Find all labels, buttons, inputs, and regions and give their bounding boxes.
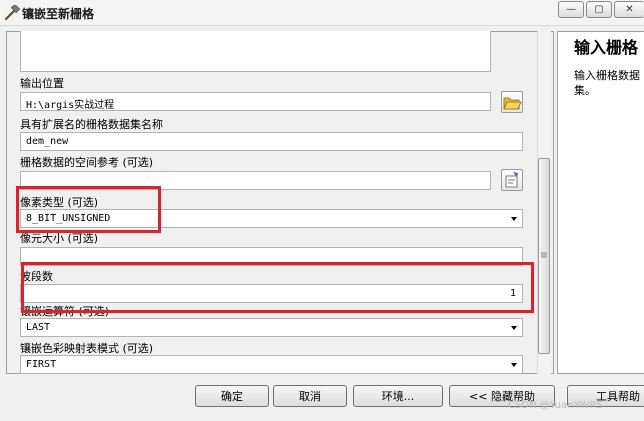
output-location-input[interactable]: H:\argis实战过程 xyxy=(20,92,491,111)
mosaic-operator-select[interactable]: LAST xyxy=(20,318,523,337)
mosaic-operator-value: LAST xyxy=(26,322,51,333)
chevron-down-icon xyxy=(511,217,517,221)
spatial-reference-label: 栅格数据的空间参考 (可选) xyxy=(20,156,154,169)
spatial-reference-button[interactable] xyxy=(501,169,523,191)
hammer-icon xyxy=(4,5,20,21)
colormap-mode-select[interactable]: FIRST xyxy=(20,355,523,374)
maximize-icon: ▢ xyxy=(594,4,604,15)
watermark: CSDN @YuanYWRS xyxy=(508,400,603,411)
output-location-label: 输出位置 xyxy=(20,77,64,90)
browse-folder-button[interactable] xyxy=(501,91,523,113)
close-icon: ✕ xyxy=(625,4,634,15)
help-body: 输入栅格数据集。 xyxy=(574,69,640,97)
minimize-button[interactable]: — xyxy=(558,1,584,18)
colormap-mode-label: 镶嵌色彩映射表模式 (可选) xyxy=(20,342,154,355)
ok-button[interactable]: 确定 xyxy=(195,385,269,407)
window-title: 镶嵌至新栅格 xyxy=(22,7,95,21)
close-button[interactable]: ✕ xyxy=(614,1,644,18)
minimize-icon: — xyxy=(566,4,576,15)
maximize-button[interactable]: ▢ xyxy=(586,1,612,18)
folder-open-icon xyxy=(503,97,522,110)
properties-icon xyxy=(505,172,518,188)
environments-button[interactable]: 环境... xyxy=(353,385,443,407)
chevron-down-icon xyxy=(511,326,517,330)
title-bar xyxy=(0,0,644,26)
dataset-name-input[interactable]: dem_new xyxy=(20,132,523,151)
cancel-button[interactable]: 取消 xyxy=(273,385,347,407)
colormap-mode-value: FIRST xyxy=(26,359,57,370)
band-count-highlight xyxy=(21,262,534,313)
input-raster-list[interactable] xyxy=(20,31,491,72)
chevron-down-icon xyxy=(511,363,517,367)
grip-icon xyxy=(541,252,547,258)
help-panel: 输入栅格 输入栅格数据集。 xyxy=(557,31,644,374)
pixel-type-highlight xyxy=(16,186,161,233)
help-title: 输入栅格 xyxy=(574,38,639,57)
dataset-name-label: 具有扩展名的栅格数据集名称 xyxy=(20,118,163,131)
